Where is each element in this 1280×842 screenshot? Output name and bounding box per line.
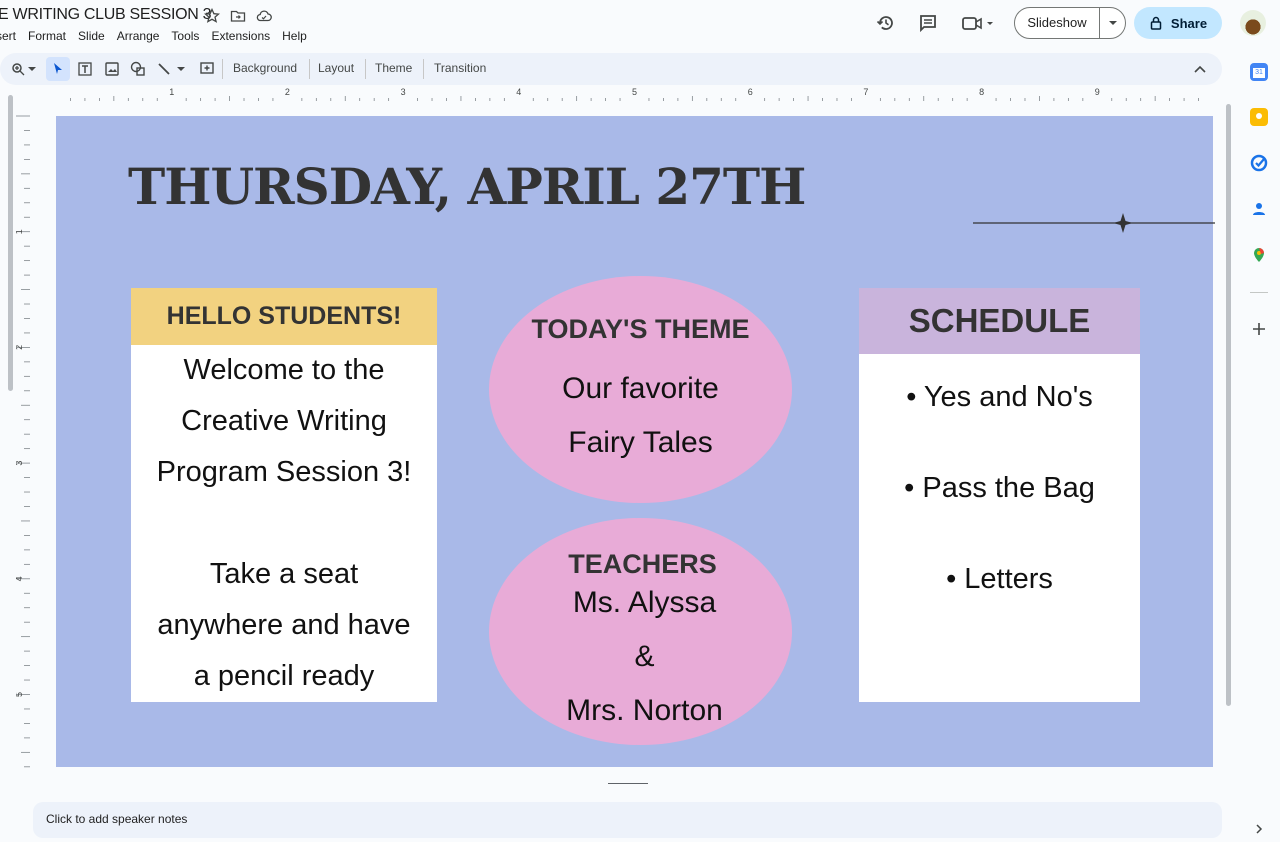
text-box-icon[interactable] bbox=[76, 60, 94, 78]
ruler-label: 7 bbox=[863, 87, 868, 97]
canvas-scrollbar[interactable] bbox=[1226, 104, 1231, 706]
document-title[interactable]: E WRITING CLUB SESSION 3 bbox=[0, 6, 212, 24]
menu-slide[interactable]: Slide bbox=[78, 29, 111, 43]
contacts-icon[interactable] bbox=[1250, 200, 1268, 218]
schedule-header: SCHEDULE bbox=[859, 288, 1140, 354]
notes-resize-handle[interactable] bbox=[608, 783, 648, 784]
zoom-dropdown-icon[interactable] bbox=[27, 60, 37, 78]
theme-button[interactable]: Theme bbox=[375, 61, 412, 75]
theme-line: Our favorite bbox=[562, 372, 719, 405]
move-to-folder-icon[interactable] bbox=[230, 8, 246, 24]
add-comment-icon[interactable] bbox=[198, 60, 216, 78]
filmstrip-scrollbar[interactable] bbox=[8, 95, 13, 391]
calendar-icon[interactable]: 31 bbox=[1250, 63, 1268, 81]
theme-ellipse[interactable]: TODAY'S THEME Our favorite Fairy Tales bbox=[489, 276, 792, 503]
ruler-label: 2 bbox=[16, 345, 24, 350]
transition-button[interactable]: Transition bbox=[434, 61, 486, 75]
keep-icon[interactable] bbox=[1250, 108, 1268, 126]
hello-line: a pencil ready bbox=[193, 660, 375, 692]
teacher-line: Mrs. Norton bbox=[566, 694, 723, 727]
collapse-toolbar-icon[interactable] bbox=[1191, 60, 1209, 78]
teachers-header: TEACHERS bbox=[568, 549, 717, 579]
hello-students-box[interactable]: HELLO STUDENTS! Welcome to the Creative … bbox=[131, 288, 437, 702]
toolbar-separator bbox=[423, 59, 424, 79]
menu-arrange[interactable]: Arrange bbox=[117, 29, 166, 43]
cloud-saved-icon[interactable] bbox=[256, 8, 272, 24]
hello-body: Welcome to the Creative Writing Program … bbox=[131, 345, 437, 702]
ruler-label: 9 bbox=[1095, 87, 1100, 97]
zoom-icon[interactable] bbox=[9, 60, 27, 78]
side-panel-divider bbox=[1250, 292, 1268, 293]
maps-icon[interactable] bbox=[1250, 246, 1268, 264]
hello-line: Welcome to the bbox=[183, 354, 385, 386]
menu-bar: sert Format Slide Arrange Tools Extensio… bbox=[0, 29, 313, 43]
speaker-notes-area[interactable]: Click to add speaker notes bbox=[33, 802, 1222, 838]
slideshow-dropdown-icon[interactable] bbox=[1100, 20, 1125, 26]
layout-button[interactable]: Layout bbox=[318, 61, 354, 75]
tasks-icon[interactable] bbox=[1250, 154, 1268, 172]
star-icon[interactable] bbox=[204, 8, 220, 24]
theme-line: Fairy Tales bbox=[568, 426, 713, 459]
hello-line bbox=[131, 498, 437, 549]
menu-tools[interactable]: Tools bbox=[171, 29, 205, 43]
slide-title[interactable]: THURSDAY, APRIL 27TH bbox=[128, 157, 806, 216]
account-avatar[interactable] bbox=[1240, 10, 1266, 36]
comments-icon[interactable] bbox=[917, 12, 939, 34]
toolbar-separator bbox=[222, 59, 223, 79]
schedule-box[interactable]: SCHEDULE • Yes and No's • Pass the Bag •… bbox=[859, 288, 1140, 702]
hello-line: anywhere and have bbox=[157, 609, 411, 641]
ruler-label: 3 bbox=[16, 461, 24, 466]
menu-format[interactable]: Format bbox=[28, 29, 72, 43]
toolbar-separator bbox=[365, 59, 366, 79]
schedule-item: • Letters bbox=[946, 563, 1053, 595]
hello-line: Take a seat bbox=[209, 558, 359, 590]
background-button[interactable]: Background bbox=[233, 61, 297, 75]
schedule-item: • Pass the Bag bbox=[904, 472, 1095, 504]
ruler-label: 1 bbox=[16, 229, 24, 234]
share-label: Share bbox=[1170, 15, 1208, 31]
hello-line: Creative Writing bbox=[181, 405, 387, 437]
expand-side-panel-icon[interactable] bbox=[1252, 822, 1266, 836]
ruler-label: 6 bbox=[748, 87, 753, 97]
ruler-label: 4 bbox=[16, 576, 24, 581]
select-tool-icon[interactable] bbox=[46, 57, 70, 81]
menu-help[interactable]: Help bbox=[282, 29, 313, 43]
horizontal-ruler: 1 2 3 4 5 6 7 8 9 bbox=[70, 87, 1199, 101]
lock-icon bbox=[1150, 16, 1162, 30]
title-icons bbox=[204, 8, 272, 24]
menu-extensions[interactable]: Extensions bbox=[211, 29, 276, 43]
ruler-label: 1 bbox=[169, 87, 174, 97]
vertical-ruler: 1 2 3 4 5 bbox=[14, 100, 30, 780]
slideshow-button[interactable]: Slideshow bbox=[1014, 7, 1126, 39]
teacher-line: Ms. Alyssa bbox=[572, 586, 717, 619]
ruler-label: 3 bbox=[401, 87, 406, 97]
ruler-label: 8 bbox=[979, 87, 984, 97]
line-icon[interactable] bbox=[155, 60, 173, 78]
ruler-label: 4 bbox=[516, 87, 521, 97]
slideshow-label[interactable]: Slideshow bbox=[1015, 8, 1100, 38]
teachers-ellipse[interactable]: TEACHERS Ms. Alyssa & Mrs. Norton bbox=[489, 518, 792, 745]
ruler-label: 2 bbox=[285, 87, 290, 97]
ruler-label: 5 bbox=[16, 692, 24, 697]
ruler-label: 5 bbox=[632, 87, 637, 97]
sparkle-line-decoration bbox=[973, 213, 1215, 233]
schedule-item: • Yes and No's bbox=[906, 381, 1093, 413]
add-addon-icon[interactable] bbox=[1250, 320, 1268, 338]
line-dropdown-icon[interactable] bbox=[176, 60, 186, 78]
meet-video-icon[interactable] bbox=[960, 12, 996, 34]
teacher-line: & bbox=[634, 640, 655, 673]
share-button[interactable]: Share bbox=[1134, 7, 1222, 39]
toolbar-separator bbox=[309, 59, 310, 79]
menu-insert[interactable]: sert bbox=[0, 29, 22, 43]
hello-header: HELLO STUDENTS! bbox=[131, 288, 437, 345]
insert-image-icon[interactable] bbox=[103, 60, 121, 78]
shape-icon[interactable] bbox=[129, 60, 147, 78]
version-history-icon[interactable] bbox=[875, 12, 897, 34]
theme-header: TODAY'S THEME bbox=[531, 314, 750, 344]
hello-line: Program Session 3! bbox=[156, 456, 412, 488]
speaker-notes-placeholder[interactable]: Click to add speaker notes bbox=[46, 812, 187, 826]
